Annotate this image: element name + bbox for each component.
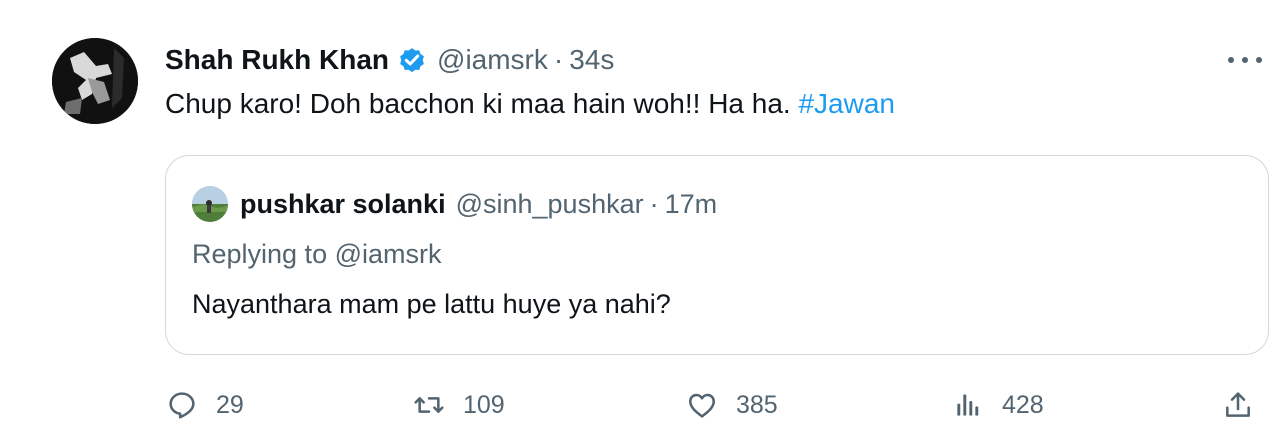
like-count: 385 (736, 390, 778, 419)
replying-to: Replying to @iamsrk (192, 239, 442, 269)
quoted-tweet[interactable]: pushkar solanki @sinh_pushkar · 17m Repl… (165, 155, 1269, 355)
author-handle[interactable]: @iamsrk (437, 44, 548, 76)
retweet-count: 109 (463, 390, 505, 419)
tweet: Shah Rukh Khan @iamsrk · 34s Chup karo! … (0, 0, 1285, 445)
like-button[interactable]: 385 (686, 385, 778, 425)
quoted-author-handle[interactable]: @sinh_pushkar (456, 189, 644, 220)
avatar-photo (52, 38, 138, 124)
tweet-body: Chup karo! Doh bacchon ki maa hain woh!!… (165, 88, 791, 119)
more-dots-icon[interactable] (1228, 48, 1262, 72)
retweet-icon (413, 389, 445, 421)
header-separator: · (553, 44, 564, 75)
quoted-tweet-text: Nayanthara mam pe lattu huye ya nahi? (192, 289, 671, 319)
reply-icon (166, 389, 198, 421)
share-button[interactable] (1222, 385, 1254, 425)
retweet-button[interactable]: 109 (413, 385, 505, 425)
author-name[interactable]: Shah Rukh Khan (165, 44, 389, 76)
views-count: 428 (1002, 390, 1044, 419)
views-button[interactable]: 428 (952, 385, 1044, 425)
quoted-author-name[interactable]: pushkar solanki (240, 189, 446, 220)
verified-badge-icon (397, 45, 427, 75)
hashtag-link[interactable]: #Jawan (798, 88, 895, 119)
share-icon (1222, 389, 1254, 421)
heart-icon (686, 389, 718, 421)
tweet-header: Shah Rukh Khan @iamsrk · 34s (165, 40, 614, 80)
action-bar: 29 109 385 428 (0, 385, 1285, 425)
quoted-header-separator: · (649, 188, 659, 219)
avatar[interactable] (52, 38, 138, 124)
tweet-time[interactable]: 34s (569, 44, 614, 76)
quoted-tweet-time[interactable]: 17m (665, 189, 718, 220)
reply-button[interactable]: 29 (166, 385, 244, 425)
quoted-tweet-header: pushkar solanki @sinh_pushkar · 17m (192, 186, 717, 222)
reply-count: 29 (216, 390, 244, 419)
quoted-avatar[interactable] (192, 186, 228, 222)
tweet-text: Chup karo! Doh bacchon ki maa hain woh!!… (165, 88, 895, 120)
views-icon (952, 389, 984, 421)
